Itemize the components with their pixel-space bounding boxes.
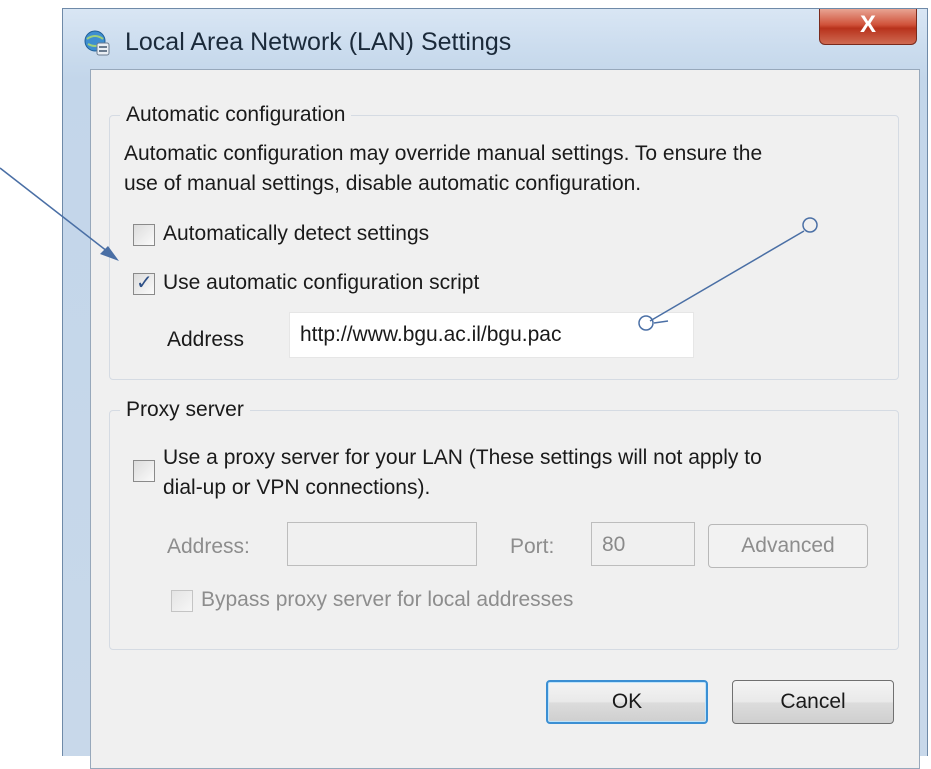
config-script-label[interactable]: Use automatic configuration script bbox=[163, 268, 479, 298]
cancel-button[interactable]: Cancel bbox=[732, 680, 894, 724]
dialog-body: Automatic configuration Automatic config… bbox=[90, 69, 920, 769]
use-proxy-label[interactable]: Use a proxy server for your LAN (These s… bbox=[163, 443, 762, 473]
ok-button[interactable]: OK bbox=[546, 680, 708, 724]
config-script-checkbox[interactable]: ✓ bbox=[133, 272, 155, 295]
proxy-port-label: Port: bbox=[510, 535, 555, 558]
proxy-address-input[interactable] bbox=[287, 522, 477, 566]
script-address-label: Address bbox=[167, 328, 245, 351]
detect-settings-checkbox[interactable] bbox=[133, 224, 155, 246]
network-settings-icon bbox=[84, 30, 110, 56]
proxy-address-label: Address: bbox=[167, 535, 250, 558]
use-proxy-label-2[interactable]: dial-up or VPN connections). bbox=[163, 473, 430, 503]
automatic-configuration-description-2: use of manual settings, disable automati… bbox=[124, 172, 642, 195]
script-address-value: http://www.bgu.ac.il/bgu.pac bbox=[300, 323, 562, 346]
bypass-local-label[interactable]: Bypass proxy server for local addresses bbox=[201, 585, 573, 615]
automatic-configuration-legend: Automatic configuration bbox=[120, 103, 352, 127]
lan-settings-dialog: Local Area Network (LAN) Settings X Auto… bbox=[62, 8, 928, 769]
script-address-input[interactable]: http://www.bgu.ac.il/bgu.pac bbox=[289, 312, 694, 358]
close-icon: X bbox=[859, 11, 876, 38]
proxy-port-value: 80 bbox=[602, 533, 626, 556]
advanced-button[interactable]: Advanced bbox=[708, 524, 868, 568]
cancel-button-label: Cancel bbox=[780, 690, 846, 713]
checkmark-icon: ✓ bbox=[136, 272, 153, 294]
detect-settings-label[interactable]: Automatically detect settings bbox=[163, 219, 429, 249]
title-bar[interactable]: Local Area Network (LAN) Settings X bbox=[63, 9, 927, 71]
bypass-local-checkbox[interactable] bbox=[171, 590, 193, 612]
proxy-port-input[interactable]: 80 bbox=[591, 522, 695, 566]
ok-button-label: OK bbox=[611, 690, 643, 713]
advanced-button-label: Advanced bbox=[741, 534, 835, 557]
use-proxy-checkbox[interactable] bbox=[133, 460, 155, 482]
proxy-server-legend: Proxy server bbox=[120, 398, 250, 422]
close-button[interactable]: X bbox=[819, 9, 917, 45]
automatic-configuration-description: Automatic configuration may override man… bbox=[124, 142, 763, 165]
dialog-title: Local Area Network (LAN) Settings bbox=[125, 28, 512, 56]
